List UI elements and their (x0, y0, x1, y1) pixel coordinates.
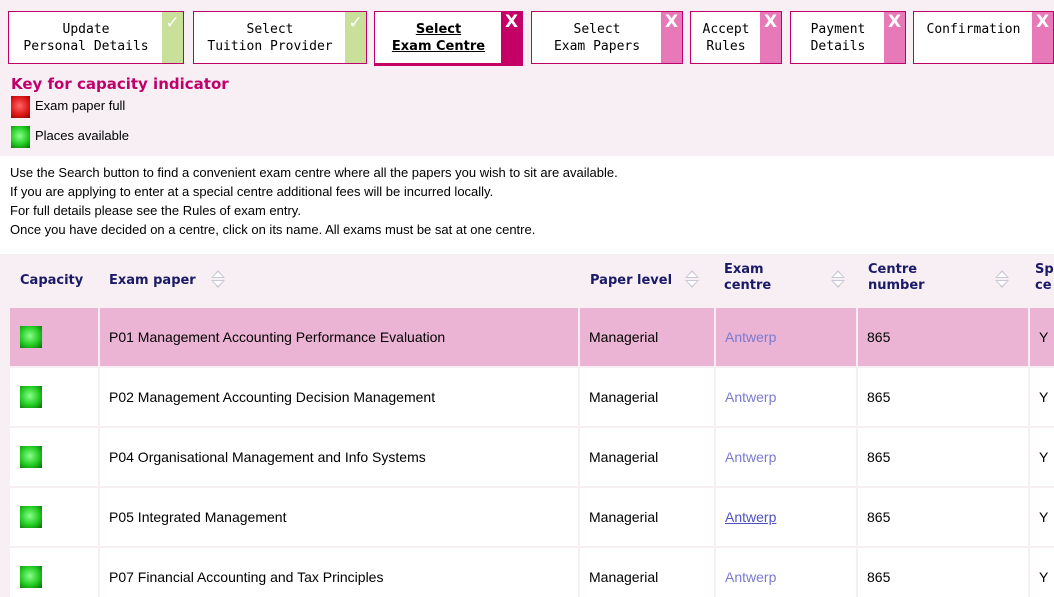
progress-steps: Update Personal Details ✓ Select Tuition… (0, 0, 1054, 66)
sort-centre-number-icon[interactable] (994, 270, 1010, 290)
capacity-available-icon (20, 566, 42, 588)
capacity-full-icon (11, 96, 30, 118)
capacity-available-icon (20, 446, 42, 468)
table-row[interactable]: P02 Management Accounting Decision Manag… (10, 368, 1054, 426)
centre-number-cell: 865 (858, 488, 1028, 546)
cross-icon: X (884, 12, 905, 63)
instruction-line: If you are applying to enter at a specia… (10, 184, 494, 199)
step-label-line2: Personal Details (23, 39, 149, 54)
exam-paper-cell: P05 Integrated Management (100, 488, 578, 546)
sort-exam-centre-icon[interactable] (830, 270, 846, 290)
exam-centre-link[interactable]: Antwerp (725, 329, 776, 345)
capacity-available-icon (20, 326, 42, 348)
step-select-tuition-provider[interactable]: Select Tuition Provider ✓ (193, 11, 367, 64)
check-icon: ✓ (345, 12, 366, 63)
step-payment-details[interactable]: Payment Details X (790, 11, 906, 64)
centre-number-cell: 865 (858, 428, 1028, 486)
exam-centre-cell: Antwerp (716, 308, 856, 366)
exam-paper-cell: P07 Financial Accounting and Tax Princip… (100, 548, 578, 597)
centre-number-cell: 865 (858, 308, 1028, 366)
table-row[interactable]: P07 Financial Accounting and Tax Princip… (10, 548, 1054, 597)
table-row[interactable]: P01 Management Accounting Performance Ev… (10, 308, 1054, 366)
instructions: Use the Search button to find a convenie… (0, 156, 1054, 254)
instruction-line: Once you have decided on a centre, click… (10, 222, 536, 237)
capacity-cell (10, 428, 98, 486)
capacity-available-icon (11, 126, 30, 148)
paper-level-cell: Managerial (580, 368, 714, 426)
exam-centre-cell: Antwerp (716, 548, 856, 597)
step-label-line1: Select (246, 22, 294, 37)
centre-number-cell: 865 (858, 548, 1028, 597)
step-label-line1: Select (415, 22, 462, 37)
table-row[interactable]: P05 Integrated Management Managerial Ant… (10, 488, 1054, 546)
header-centre-number-line2: number (868, 278, 925, 293)
step-label-line1: Select (573, 22, 621, 37)
capacity-cell (10, 488, 98, 546)
exam-centre-cell: Antwerp (716, 488, 856, 546)
exam-paper-cell: P04 Organisational Management and Info S… (100, 428, 578, 486)
sort-exam-paper-icon[interactable] (210, 270, 226, 290)
step-label-line2: Exam Centre (391, 39, 486, 54)
sort-paper-level-icon[interactable] (684, 270, 700, 290)
special-centre-cell: Y (1030, 428, 1054, 486)
capacity-available-icon (20, 386, 42, 408)
centre-number-cell: 865 (858, 368, 1028, 426)
capacity-available-icon (20, 506, 42, 528)
paper-level-cell: Managerial (580, 548, 714, 597)
header-special-line1: Sp (1035, 262, 1054, 277)
cross-icon: X (661, 12, 682, 63)
cross-icon: X (760, 12, 781, 63)
capacity-cell (10, 368, 98, 426)
instruction-line: For full details please see the Rules of… (10, 203, 301, 218)
step-select-exam-centre[interactable]: Select Exam Centre X (374, 11, 523, 66)
step-label-line2: Exam Papers (553, 39, 641, 54)
cross-icon: X (1032, 12, 1053, 63)
exam-centre-cell: Antwerp (716, 428, 856, 486)
special-centre-cell: Y (1030, 488, 1054, 546)
exam-centre-link[interactable]: Antwerp (725, 509, 776, 525)
step-select-exam-papers[interactable]: Select Exam Papers X (531, 11, 683, 64)
capacity-cell (10, 548, 98, 597)
exam-centre-link[interactable]: Antwerp (725, 389, 776, 405)
step-label-line2: Tuition Provider (207, 39, 333, 54)
paper-level-cell: Managerial (580, 488, 714, 546)
table-header: Capacity Exam paper Paper level Exam cen… (10, 254, 1054, 308)
step-accept-rules[interactable]: Accept Rules X (690, 11, 782, 64)
header-exam-centre-line1: Exam (724, 262, 764, 277)
special-centre-cell: Y (1030, 548, 1054, 597)
header-special-line2: ce (1035, 278, 1052, 293)
capacity-key-title: Key for capacity indicator (11, 75, 229, 93)
exam-centre-link[interactable]: Antwerp (725, 569, 776, 585)
instruction-line: Use the Search button to find a convenie… (10, 165, 618, 180)
step-label-line1: Update (62, 22, 110, 37)
check-icon: ✓ (162, 12, 183, 63)
header-exam-centre-line2: centre (724, 278, 772, 293)
exam-centre-table: Capacity Exam paper Paper level Exam cen… (10, 254, 1054, 597)
table-row[interactable]: P04 Organisational Management and Info S… (10, 428, 1054, 486)
exam-centre-link[interactable]: Antwerp (725, 449, 776, 465)
exam-paper-cell: P02 Management Accounting Decision Manag… (100, 368, 578, 426)
step-confirmation[interactable]: Confirmation X (913, 11, 1054, 64)
special-centre-cell: Y (1030, 308, 1054, 366)
exam-centre-cell: Antwerp (716, 368, 856, 426)
special-centre-cell: Y (1030, 368, 1054, 426)
key-full-label: Exam paper full (35, 98, 126, 113)
header-centre-number-line1: Centre (868, 262, 918, 277)
paper-level-cell: Managerial (580, 308, 714, 366)
paper-level-cell: Managerial (580, 428, 714, 486)
capacity-cell (10, 308, 98, 366)
step-update-personal-details[interactable]: Update Personal Details ✓ (8, 11, 184, 64)
cross-icon: X (501, 12, 522, 63)
key-available-label: Places available (35, 128, 129, 143)
exam-paper-cell: P01 Management Accounting Performance Ev… (100, 308, 578, 366)
